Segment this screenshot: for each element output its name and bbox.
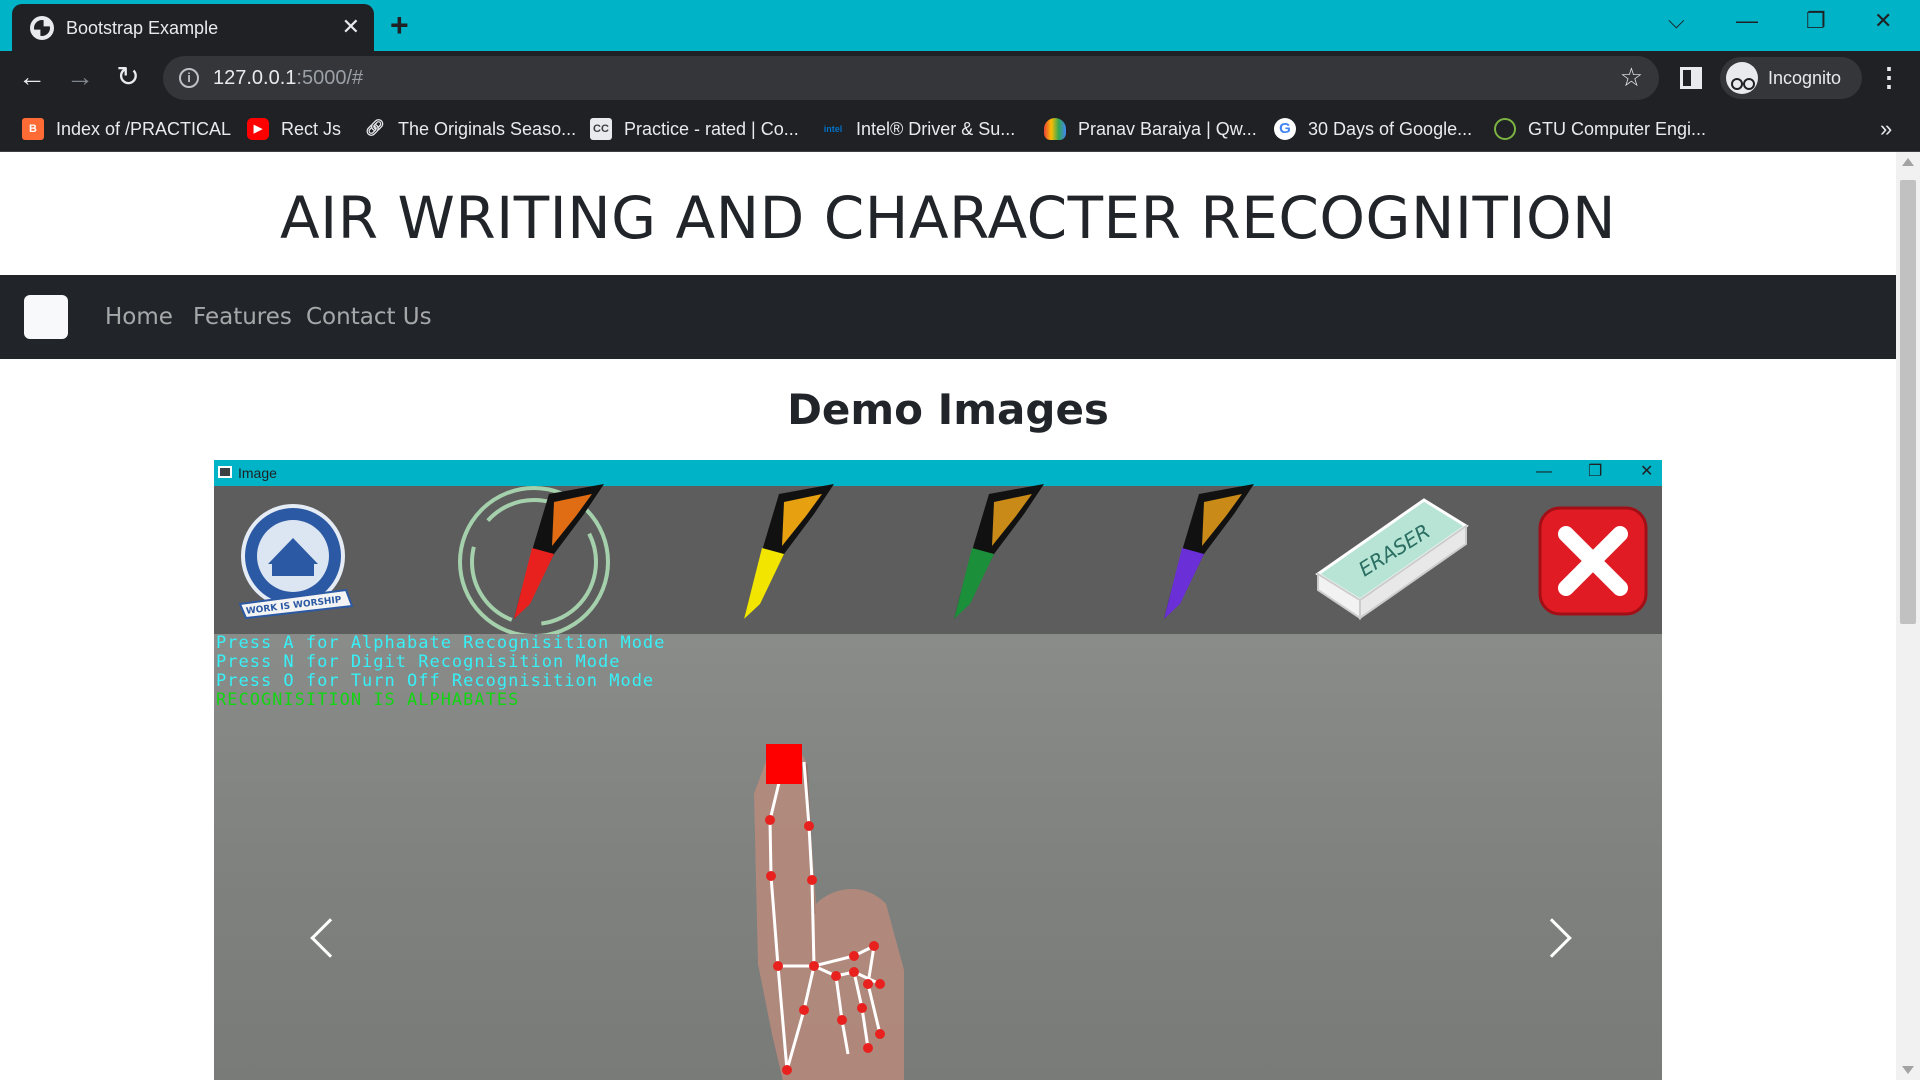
bookmark-item[interactable]: GTU Computer Engi... xyxy=(1494,116,1706,142)
tab-strip: Bootstrap Example ✕ + ⌵ — ❐ ✕ xyxy=(0,0,1920,51)
image-window-titlebar: Image — ❐ ✕ xyxy=(214,460,1662,486)
clear-canvas-icon[interactable] xyxy=(1538,506,1648,616)
intel-icon: intel xyxy=(823,124,843,134)
page-scrollbar[interactable] xyxy=(1896,152,1920,1080)
eraser-icon[interactable]: ERASER xyxy=(1314,490,1474,630)
scroll-down-icon[interactable] xyxy=(1902,1066,1914,1074)
tab-close-icon[interactable]: ✕ xyxy=(342,14,360,40)
restore-button[interactable]: ❐ xyxy=(1806,6,1826,36)
address-bar[interactable]: i 127.0.0.1:5000/# ☆ xyxy=(163,56,1659,100)
demo-carousel: Image — ❐ ✕ WORK IS WORSHIP ERASER Press… xyxy=(214,460,1662,1080)
carousel-next-button[interactable] xyxy=(1530,910,1590,970)
red-pen-icon[interactable] xyxy=(454,484,624,634)
bookmark-item[interactable]: intel Intel® Driver & Su... xyxy=(822,116,1016,142)
gtu-icon xyxy=(1494,118,1516,140)
scrollbar-thumb[interactable] xyxy=(1900,180,1916,624)
drawing-toolbar: WORK IS WORSHIP ERASER xyxy=(214,484,1662,634)
minimize-button[interactable]: — xyxy=(1736,6,1758,36)
image-close-icon: ✕ xyxy=(1640,463,1654,480)
back-icon[interactable]: ← xyxy=(14,59,50,95)
page-title: AIR WRITING AND CHARACTER RECOGNITION xyxy=(279,184,1617,252)
tab-title: Bootstrap Example xyxy=(66,18,219,38)
navbar: Home Features Contact Us xyxy=(0,275,1896,359)
scroll-up-icon[interactable] xyxy=(1902,158,1914,166)
college-logo-icon: WORK IS WORSHIP xyxy=(238,504,354,620)
nav-link-home[interactable]: Home xyxy=(105,303,173,331)
url-text[interactable]: 127.0.0.1:5000/# xyxy=(213,66,363,90)
navbar-toggler-button[interactable] xyxy=(24,295,68,339)
bookmark-item[interactable]: ▶ Rect Js xyxy=(247,116,341,142)
youtube-icon: ▶ xyxy=(247,118,269,140)
carousel-prev-button[interactable] xyxy=(294,910,354,970)
page-viewport: AIR WRITING AND CHARACTER RECOGNITION Ho… xyxy=(0,152,1896,1080)
overlay-line: Press N for Digit Recognisition Mode xyxy=(216,652,621,672)
page-header: AIR WRITING AND CHARACTER RECOGNITION xyxy=(0,152,1896,275)
webcam-feed: Press A for Alphabate Recognisition Mode… xyxy=(214,634,1662,1080)
browser-tab[interactable]: Bootstrap Example ✕ xyxy=(12,4,374,51)
link-icon: 🔗︎ xyxy=(364,120,386,137)
bookmarks-bar: B Index of /PRACTICAL ▶ Rect Js 🔗︎ The Orig… xyxy=(0,106,1920,152)
new-tab-button[interactable]: + xyxy=(390,8,409,42)
bookmark-item[interactable]: 🔗︎ The Originals Seaso... xyxy=(364,116,576,142)
window-app-icon xyxy=(218,466,232,478)
recognition-status: RECOGNISITION IS ALPHABATES xyxy=(216,690,520,710)
green-pen-icon[interactable] xyxy=(924,484,1064,634)
cc-icon: CC xyxy=(590,118,612,140)
bookmark-item[interactable]: B Index of /PRACTICAL xyxy=(22,116,231,142)
close-window-button[interactable]: ✕ xyxy=(1874,6,1892,36)
incognito-badge[interactable]: Incognito xyxy=(1720,57,1862,99)
tab-search-icon[interactable]: ⌵ xyxy=(1668,6,1685,36)
nav-link-features[interactable]: Features xyxy=(193,303,292,331)
bookmark-item[interactable]: G 30 Days of Google... xyxy=(1274,116,1472,142)
bookmark-item[interactable]: CC Practice - rated | Co... xyxy=(590,116,799,142)
nav-link-contact-us[interactable]: Contact Us xyxy=(306,303,432,331)
cloud-icon xyxy=(1044,118,1066,140)
google-icon: G xyxy=(1274,118,1296,140)
yellow-pen-icon[interactable] xyxy=(714,484,854,634)
chevron-left-icon xyxy=(310,918,350,958)
purple-pen-icon[interactable] xyxy=(1134,484,1274,634)
globe-icon xyxy=(30,16,54,40)
section-title: Demo Images xyxy=(787,385,1109,434)
site-info-icon[interactable]: i xyxy=(179,68,199,88)
image-minimize-icon: — xyxy=(1536,463,1552,480)
incognito-icon xyxy=(1726,62,1758,94)
incognito-label: Incognito xyxy=(1768,68,1842,88)
more-bookmarks-icon[interactable]: » xyxy=(1880,116,1892,142)
browser-menu-icon[interactable]: ⋮ xyxy=(1876,61,1902,93)
forward-icon[interactable]: → xyxy=(62,59,98,95)
folder-index-icon: B xyxy=(22,118,44,140)
image-restore-icon: ❐ xyxy=(1588,463,1603,480)
bookmark-item[interactable]: Pranav Baraiya | Qw... xyxy=(1044,116,1257,142)
browser-toolbar: ← → ↻ i 127.0.0.1:5000/# ☆ Incognito ⋮ xyxy=(0,51,1920,106)
overlay-line: Press A for Alphabate Recognisition Mode xyxy=(216,633,666,653)
side-panel-icon[interactable] xyxy=(1680,67,1702,89)
bookmark-star-icon[interactable]: ☆ xyxy=(1620,62,1643,92)
fingertip-cursor xyxy=(766,744,802,784)
image-window-title: Image xyxy=(238,465,277,481)
reload-icon[interactable]: ↻ xyxy=(110,59,146,95)
hand-landmarks-illustration xyxy=(754,744,904,1080)
chevron-right-icon xyxy=(1532,918,1572,958)
overlay-line: Press O for Turn Off Recognisition Mode xyxy=(216,671,655,691)
